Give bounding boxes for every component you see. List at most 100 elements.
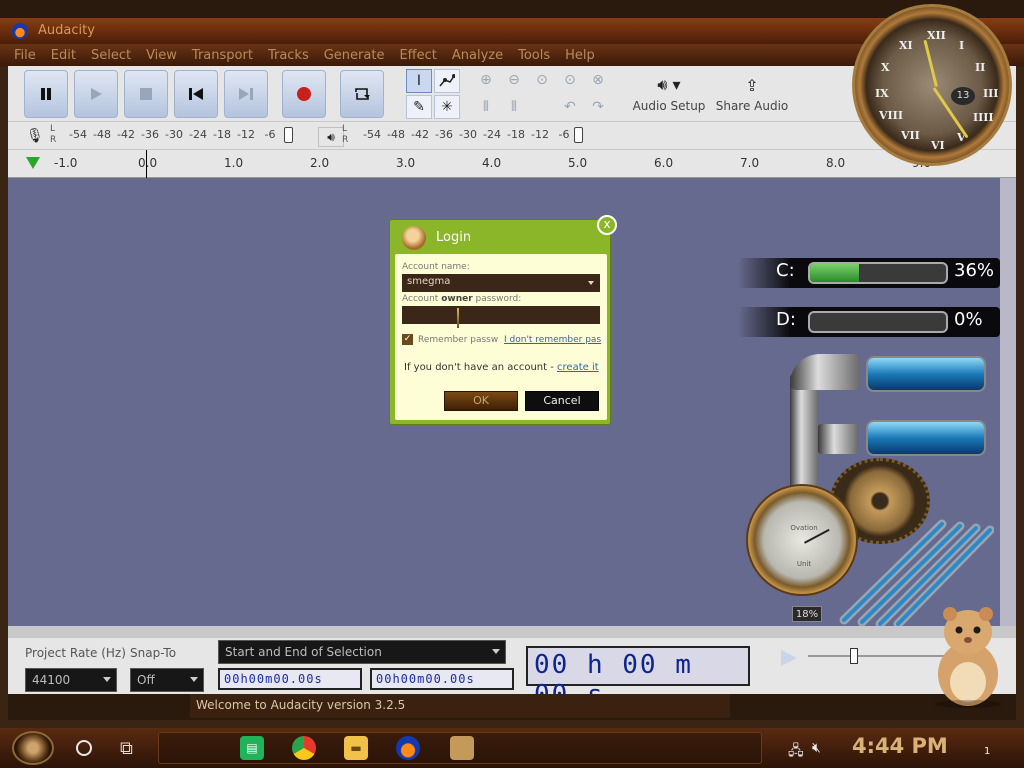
timeline-label: 1.0 <box>224 156 244 170</box>
account-name-select[interactable]: smegma <box>402 274 600 292</box>
clock-numeral: VII <box>901 129 920 142</box>
menu-help[interactable]: Help <box>565 48 595 63</box>
playback-speaker-icon[interactable]: 🔊︎ <box>318 127 344 147</box>
password-label-bold: owner <box>441 294 473 304</box>
remember-password-checkbox[interactable]: ✓ Remember passw <box>402 334 498 345</box>
selection-mode-select[interactable]: Start and End of Selection <box>218 640 506 664</box>
play-button[interactable] <box>74 70 118 118</box>
checkmark-icon: ✓ <box>402 334 413 345</box>
chevron-down-icon <box>492 649 500 654</box>
timeline-ruler[interactable]: -1.0 0.0 1.0 2.0 3.0 4.0 5.0 6.0 7.0 8.0… <box>8 150 1016 178</box>
microphone-icon[interactable]: 🎙︎ <box>26 128 44 144</box>
timeline-label: 8.0 <box>826 156 846 170</box>
end-time-value: 00h00m00.00s <box>376 672 475 686</box>
record-button[interactable] <box>282 70 326 118</box>
account-name-label: Account name: <box>402 262 470 272</box>
timeline-label: 2.0 <box>310 156 330 170</box>
search-icon[interactable] <box>76 740 92 756</box>
silence-icon[interactable]: ⦀ <box>502 96 526 118</box>
speed-slider-thumb[interactable] <box>850 648 858 664</box>
menu-select[interactable]: Select <box>91 48 131 63</box>
menu-effect[interactable]: Effect <box>399 48 436 63</box>
chrome-app-icon[interactable] <box>292 736 316 760</box>
cancel-button[interactable]: Cancel <box>525 391 599 411</box>
fit-project-icon[interactable]: ⊙ <box>558 69 582 91</box>
audacity-taskbar-icon[interactable] <box>396 736 420 760</box>
redo-icon[interactable]: ↷ <box>586 96 610 118</box>
stop-button[interactable] <box>124 70 168 118</box>
playback-meter-scale[interactable]: -54 -48 -42 -36 -30 -24 -18 -12 -6 <box>360 128 576 141</box>
network-icon[interactable]: 🖧︎ <box>788 740 804 764</box>
menu-tracks[interactable]: Tracks <box>268 48 309 63</box>
status-bar: Welcome to Audacity version 3.2.5 <box>8 694 1016 720</box>
clock-numeral: VIII <box>879 109 903 122</box>
no-account-text: If you don't have an account - create it <box>404 362 599 373</box>
horizontal-pipe <box>818 424 858 454</box>
taskbar-clock[interactable]: 4:44 PM <box>852 734 948 758</box>
playback-level-handle[interactable] <box>574 127 583 143</box>
meter-tick: -18 <box>213 128 231 141</box>
project-rate-label: Project Rate (Hz) <box>25 646 126 660</box>
cpu-glass-tube <box>866 356 986 392</box>
clock-numeral: II <box>975 61 986 74</box>
menu-view[interactable]: View <box>146 48 177 63</box>
password-input[interactable] <box>402 306 600 328</box>
task-view-icon[interactable]: ⧉ <box>120 738 133 759</box>
multi-tool[interactable]: ✳ <box>434 95 460 119</box>
timeline-label: 3.0 <box>396 156 416 170</box>
clock-date: 13 <box>951 87 975 105</box>
menu-analyze[interactable]: Analyze <box>452 48 503 63</box>
drive-usage-tube <box>808 311 948 333</box>
notification-icon[interactable]: 1 <box>972 736 994 758</box>
menu-generate[interactable]: Generate <box>324 48 385 63</box>
file-explorer-icon[interactable]: ▬ <box>344 736 368 760</box>
loop-button[interactable] <box>340 70 384 118</box>
spreadsheet-app-icon[interactable]: ▤ <box>240 736 264 760</box>
close-icon[interactable]: x <box>597 215 617 235</box>
draw-tool[interactable]: ✎ <box>406 95 432 119</box>
selection-mode-value: Start and End of Selection <box>225 645 382 659</box>
meter-tick: -42 <box>117 128 135 141</box>
pipe-elbow <box>790 354 860 390</box>
share-audio-button[interactable]: ⇪ Share Audio <box>712 68 792 120</box>
zoom-out-icon[interactable]: ⊖ <box>502 69 526 91</box>
record-level-handle[interactable] <box>284 127 293 143</box>
zoom-in-icon[interactable]: ⊕ <box>474 69 498 91</box>
fit-selection-icon[interactable]: ⊙ <box>530 69 554 91</box>
hamster-app-icon[interactable] <box>450 736 474 760</box>
selection-tool[interactable]: I <box>406 69 432 93</box>
snap-to-select[interactable]: Off <box>130 668 204 692</box>
drive-usage-fill <box>810 264 859 282</box>
menu-tools[interactable]: Tools <box>518 48 550 63</box>
trim-icon[interactable]: ⦀ <box>474 96 498 118</box>
meter-tick: -36 <box>141 128 159 141</box>
meter-tick: -12 <box>531 128 549 141</box>
selection-end-time[interactable]: 00h00m00.00s <box>370 668 514 690</box>
create-account-link[interactable]: create it <box>557 362 599 373</box>
forgot-password-link[interactable]: I don't remember pas <box>504 335 601 345</box>
vertical-scrollbar[interactable] <box>1000 178 1016 626</box>
volume-muted-icon[interactable]: 🔇︎ <box>812 740 821 756</box>
skip-to-end-button[interactable] <box>224 70 268 118</box>
start-button[interactable] <box>12 731 54 765</box>
speed-slider[interactable] <box>808 655 944 657</box>
play-at-speed-icon[interactable] <box>778 648 800 668</box>
ok-button[interactable]: OK <box>444 391 518 411</box>
snap-to-label: Snap-To <box>130 646 177 660</box>
play-head-icon[interactable] <box>26 157 40 169</box>
skip-to-start-button[interactable] <box>174 70 218 118</box>
pause-button[interactable] <box>24 70 68 118</box>
selection-start-time[interactable]: 00h00m00.00s <box>218 668 362 690</box>
meter-tick: -12 <box>237 128 255 141</box>
asterisk-icon: ✳ <box>441 99 453 115</box>
record-meter-scale[interactable]: -54 -48 -42 -36 -30 -24 -18 -12 -6 <box>66 128 282 141</box>
audio-position-time[interactable]: 00 h 00 m 00 s <box>526 646 750 710</box>
menu-transport[interactable]: Transport <box>192 48 253 63</box>
undo-icon[interactable]: ↶ <box>558 96 582 118</box>
envelope-tool[interactable] <box>434 69 460 93</box>
menu-edit[interactable]: Edit <box>51 48 76 63</box>
audio-setup-button[interactable]: 🔊︎ ▾ Audio Setup <box>626 68 712 120</box>
project-rate-select[interactable]: 44100 <box>25 668 117 692</box>
zoom-toggle-icon[interactable]: ⊗ <box>586 69 610 91</box>
menu-file[interactable]: File <box>14 48 36 63</box>
